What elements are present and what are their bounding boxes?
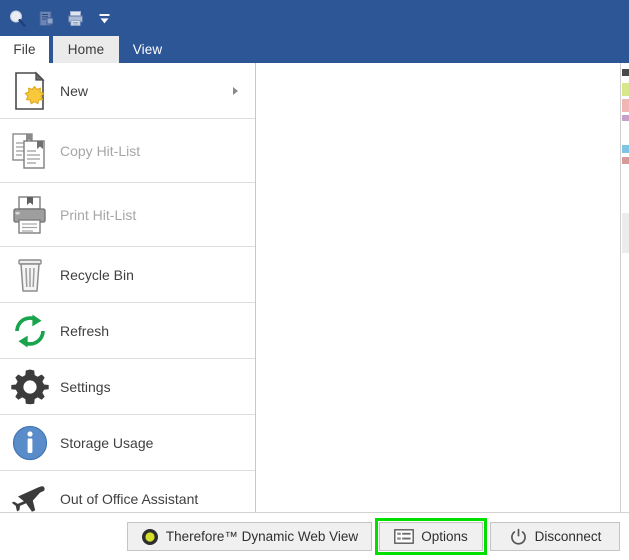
info-circle-icon: [8, 420, 52, 466]
menu-item-storage-usage-label: Storage Usage: [60, 434, 154, 451]
refresh-arrows-icon: [8, 308, 52, 354]
menu-item-copy-hit-list-label: Copy Hit-List: [60, 142, 141, 159]
dynamic-web-view-label: Therefore™ Dynamic Web View: [165, 529, 359, 544]
dynamic-web-view-button[interactable]: Therefore™ Dynamic Web View: [127, 522, 372, 551]
application-window: File Home View New Copy Hit-List Print H…: [0, 0, 629, 560]
therefore-logo-icon: [141, 528, 159, 546]
tab-file[interactable]: File: [0, 36, 49, 63]
menu-item-out-of-office-assistant-label: Out of Office Assistant: [60, 490, 199, 507]
menu-item-recycle-bin[interactable]: Recycle Bin: [0, 247, 255, 303]
menu-item-refresh[interactable]: Refresh: [0, 303, 255, 359]
search-icon[interactable]: [6, 7, 28, 29]
menu-item-new[interactable]: New: [0, 63, 255, 119]
options-button[interactable]: Options: [379, 522, 483, 551]
tab-view[interactable]: View: [119, 36, 176, 63]
quick-access-toolbar: [6, 7, 115, 29]
new-document-icon: [8, 68, 52, 114]
ribbon-tab-bar: File Home View: [0, 36, 629, 63]
background-window-edge: [620, 63, 629, 512]
content-panel: [257, 63, 629, 512]
customize-dropdown-icon[interactable]: [93, 7, 115, 29]
menu-panel: New Copy Hit-List Print Hit-List Recycle…: [0, 63, 256, 527]
menu-item-copy-hit-list[interactable]: Copy Hit-List: [0, 119, 255, 183]
copy-documents-icon: [8, 128, 52, 174]
chevron-right-icon: [233, 86, 238, 95]
document-properties-icon[interactable]: [35, 7, 57, 29]
disconnect-label: Disconnect: [534, 529, 602, 544]
menu-item-new-label: New: [60, 82, 89, 99]
tab-home[interactable]: Home: [53, 36, 119, 63]
disconnect-button[interactable]: Disconnect: [490, 522, 620, 551]
printer-icon: [8, 192, 52, 238]
ribbon-body: New Copy Hit-List Print Hit-List Recycle…: [0, 63, 629, 527]
menu-item-print-hit-list-label: Print Hit-List: [60, 206, 137, 223]
tab-home-label: Home: [67, 42, 105, 57]
options-label: Options: [421, 529, 468, 544]
menu-item-refresh-label: Refresh: [60, 322, 110, 339]
gear-icon: [8, 364, 52, 410]
menu-item-settings-label: Settings: [60, 378, 111, 395]
menu-item-print-hit-list[interactable]: Print Hit-List: [0, 183, 255, 247]
trash-can-icon: [8, 252, 52, 298]
title-bar: [0, 0, 629, 36]
menu-item-storage-usage[interactable]: Storage Usage: [0, 415, 255, 471]
print-save-icon[interactable]: [64, 7, 86, 29]
menu-item-settings[interactable]: Settings: [0, 359, 255, 415]
bottom-toolbar: Therefore™ Dynamic Web View Options Disc…: [0, 512, 629, 560]
options-list-icon: [394, 529, 415, 544]
power-icon: [509, 527, 528, 546]
tab-file-label: File: [13, 42, 36, 57]
tab-view-label: View: [132, 42, 163, 57]
menu-item-recycle-bin-label: Recycle Bin: [60, 266, 134, 283]
